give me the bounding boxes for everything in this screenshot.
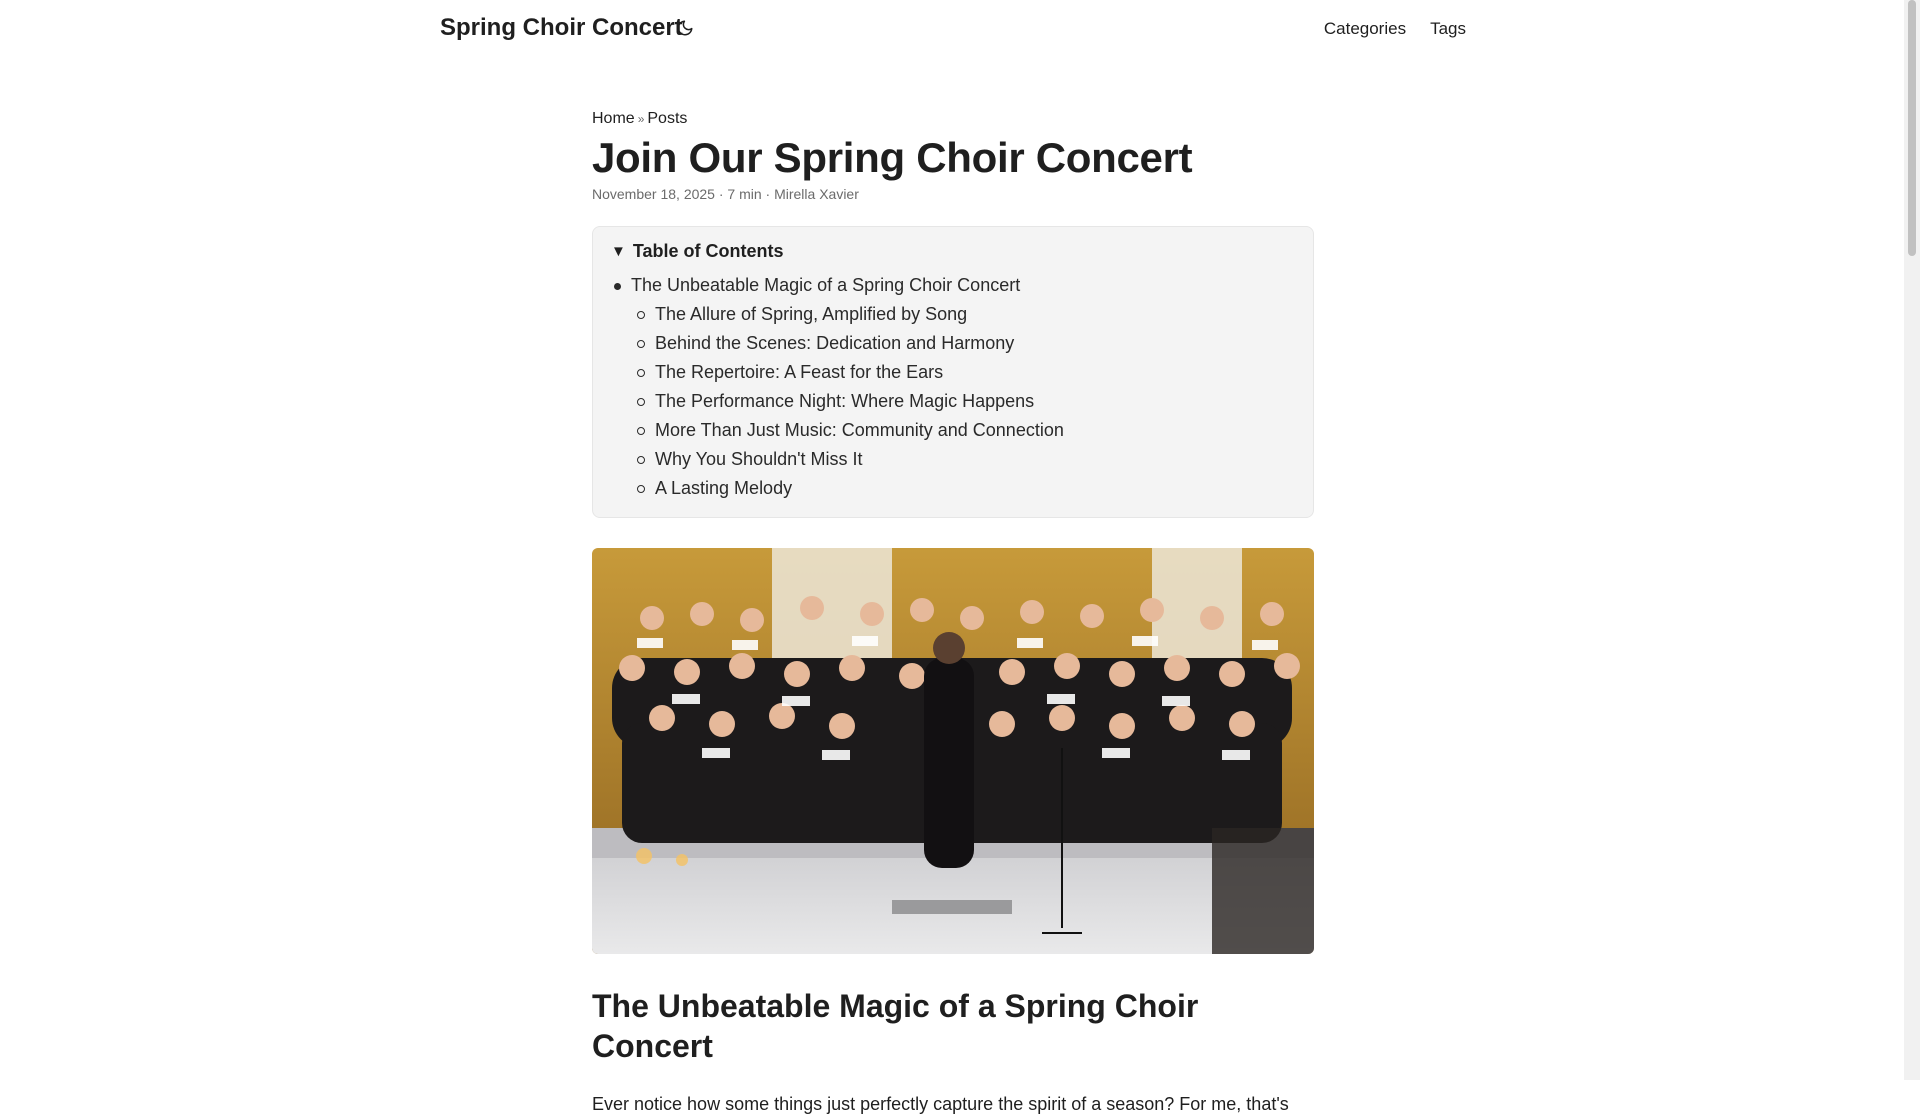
- toc-link[interactable]: A Lasting Melody: [655, 478, 792, 498]
- menu-item-tags[interactable]: Tags: [1430, 19, 1466, 39]
- breadcrumb-separator: »: [637, 112, 645, 126]
- menu-item-categories[interactable]: Categories: [1324, 19, 1406, 39]
- breadcrumb-posts-link[interactable]: Posts: [647, 110, 687, 127]
- section-heading: The Unbeatable Magic of a Spring Choir C…: [592, 988, 1199, 1064]
- choir-photo: [592, 548, 1314, 954]
- toc-subitem: The Allure of Spring, Amplified by Song: [631, 300, 1295, 329]
- intro-paragraph: Ever notice how some things just perfect…: [592, 1094, 1289, 1114]
- toc-subitem: A Lasting Melody: [631, 474, 1295, 503]
- toc-link[interactable]: The Allure of Spring, Amplified by Song: [655, 304, 967, 324]
- moon-icon[interactable]: [676, 19, 698, 41]
- toc-link[interactable]: More Than Just Music: Community and Conn…: [655, 420, 1064, 440]
- toc-subitem: Why You Shouldn't Miss It: [631, 445, 1295, 474]
- table-of-contents: ▼ Table of Contents The Unbeatable Magic…: [592, 226, 1314, 518]
- toc-item: The Unbeatable Magic of a Spring Choir C…: [611, 271, 1295, 503]
- page-scrollbar[interactable]: [1904, 0, 1920, 1080]
- post-article: Home» Posts Join Our Spring Choir Concert…: [592, 110, 1314, 1119]
- breadcrumb-home-link[interactable]: Home: [592, 110, 635, 127]
- toc-subitem: More Than Just Music: Community and Conn…: [631, 416, 1295, 445]
- cover-image: [592, 548, 1314, 954]
- main-menu: Categories Tags: [1324, 19, 1466, 39]
- toc-subitem: Behind the Scenes: Dedication and Harmon…: [631, 329, 1295, 358]
- site-header: Spring Choir Concert Categories Tags: [0, 0, 1904, 60]
- page-title: Join Our Spring Choir Concert: [592, 134, 1193, 181]
- toc-link[interactable]: Why You Shouldn't Miss It: [655, 449, 863, 469]
- toc-toggle[interactable]: ▼ Table of Contents: [611, 239, 1295, 263]
- toc-link[interactable]: The Performance Night: Where Magic Happe…: [655, 391, 1034, 411]
- toc-sublist: The Allure of Spring, Amplified by Song …: [631, 300, 1295, 503]
- post-meta: November 18, 2025 · 7 min · Mirella Xavi…: [592, 186, 859, 202]
- toc-link[interactable]: The Repertoire: A Feast for the Ears: [655, 362, 943, 382]
- toc-list: The Unbeatable Magic of a Spring Choir C…: [611, 271, 1295, 503]
- toc-subitem: The Performance Night: Where Magic Happe…: [631, 387, 1295, 416]
- site-title-link[interactable]: Spring Choir Concert: [440, 14, 683, 42]
- scrollbar-thumb[interactable]: [1908, 0, 1916, 256]
- toc-link[interactable]: The Unbeatable Magic of a Spring Choir C…: [631, 275, 1020, 295]
- toc-link[interactable]: Behind the Scenes: Dedication and Harmon…: [655, 333, 1014, 353]
- toc-summary-label: Table of Contents: [632, 240, 784, 261]
- breadcrumb: Home» Posts: [592, 110, 1314, 130]
- toc-subitem: The Repertoire: A Feast for the Ears: [631, 358, 1295, 387]
- triangle-down-icon: ▼: [611, 242, 626, 260]
